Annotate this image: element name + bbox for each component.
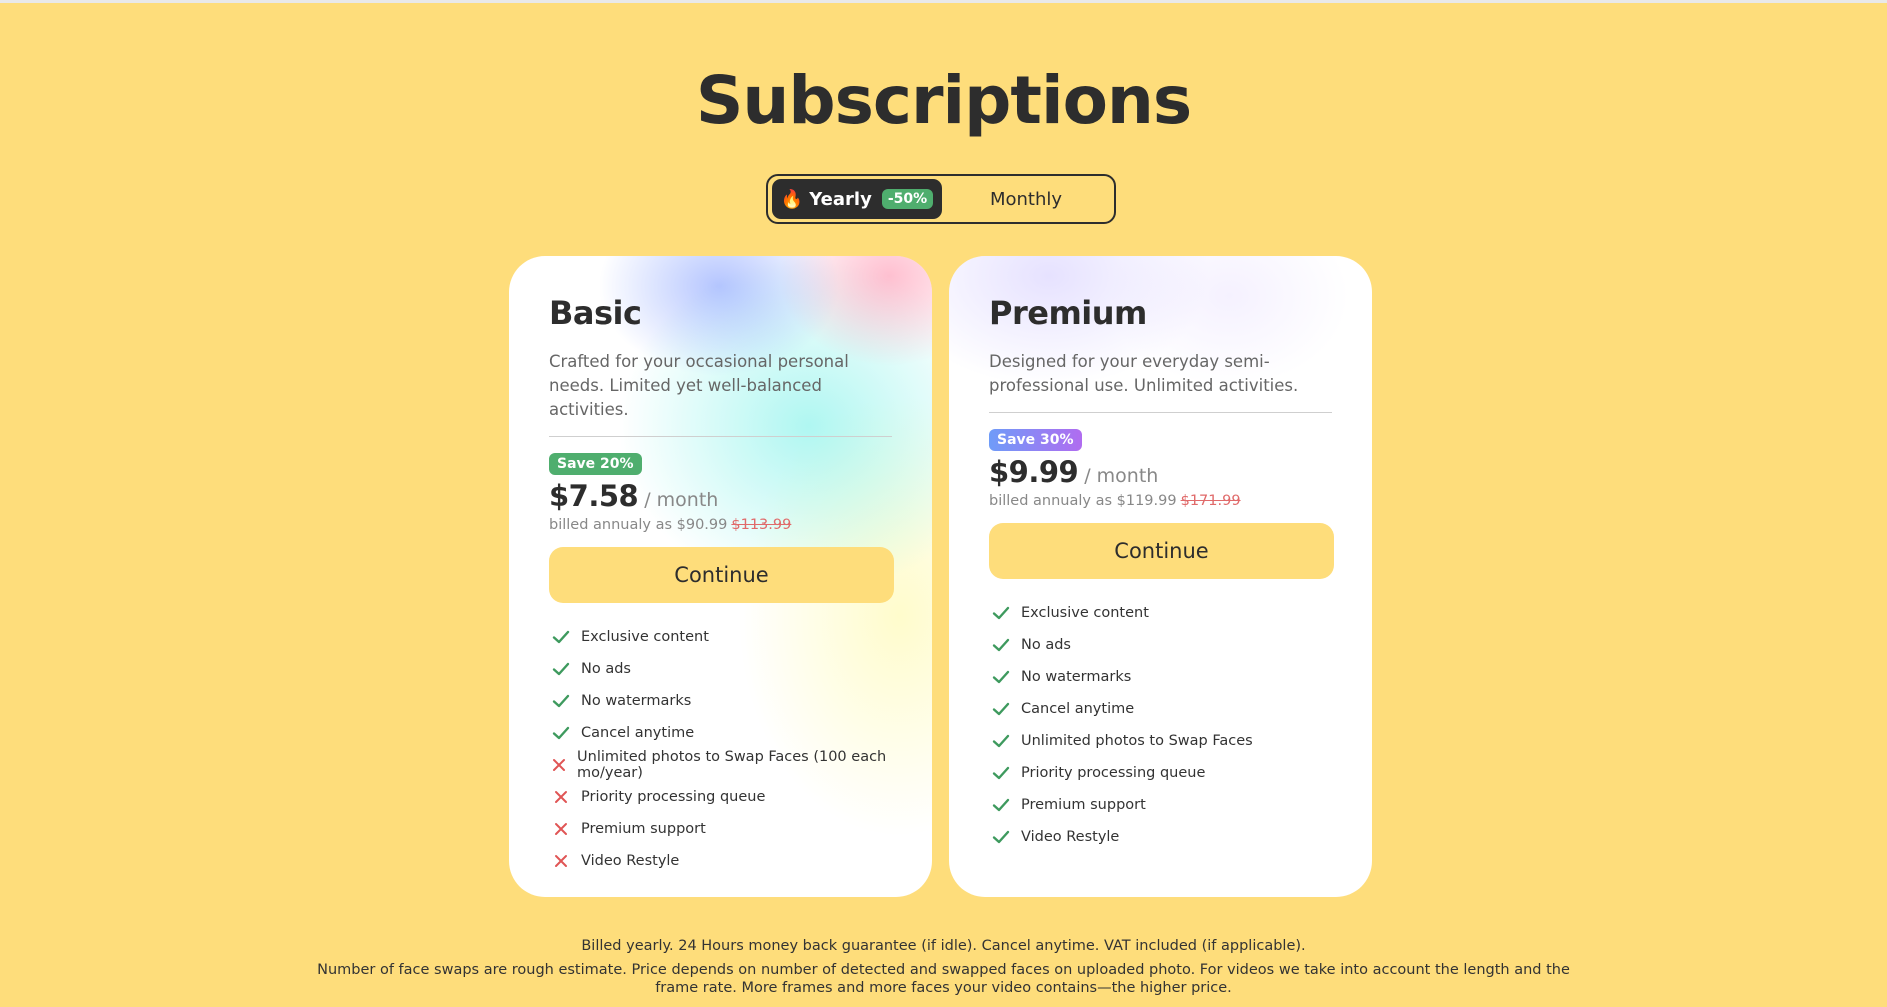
monthly-option[interactable]: Monthly xyxy=(942,179,1110,219)
continue-button-basic[interactable]: Continue xyxy=(549,547,894,603)
divider xyxy=(549,436,892,437)
feature-item: Premium support xyxy=(549,813,894,845)
feature-label: Priority processing queue xyxy=(581,789,766,805)
yearly-label: Yearly xyxy=(809,188,872,210)
feature-item: Priority processing queue xyxy=(549,781,894,813)
plan-price: $9.99 xyxy=(989,455,1079,489)
feature-label: Unlimited photos to Swap Faces (100 each… xyxy=(577,749,887,781)
feature-label: Premium support xyxy=(581,821,706,837)
feature-item: Unlimited photos to Swap Faces xyxy=(989,725,1334,757)
check-icon xyxy=(549,689,573,713)
fire-icon: 🔥 xyxy=(780,188,804,210)
yearly-option[interactable]: 🔥 Yearly -50% xyxy=(772,179,942,219)
plan-card-premium: Premium Designed for your everyday semi-… xyxy=(949,256,1372,897)
feature-list: Exclusive content No ads No watermarks Canc… xyxy=(549,621,894,877)
feature-list: Exclusive content No ads No watermarks Canc… xyxy=(989,597,1334,853)
plan-description: Crafted for your occasional personal nee… xyxy=(549,352,849,419)
feature-label: No ads xyxy=(581,661,631,677)
feature-label: Premium support xyxy=(1021,797,1146,813)
footer-billing-note: Billed yearly. 24 Hours money back guara… xyxy=(581,938,1306,954)
plan-name: Premium xyxy=(989,294,1147,332)
check-icon xyxy=(549,657,573,681)
divider xyxy=(989,412,1332,413)
feature-label: Exclusive content xyxy=(581,629,709,645)
top-border xyxy=(0,0,1887,3)
feature-label: Cancel anytime xyxy=(581,725,695,741)
billed-note: billed annualy as $90.99 $113.99 xyxy=(549,517,894,533)
feature-label: No watermarks xyxy=(1021,669,1132,685)
billing-period-toggle: 🔥 Yearly -50% Monthly xyxy=(766,174,1116,224)
feature-label: Unlimited photos to Swap Faces xyxy=(1021,733,1253,749)
check-icon xyxy=(989,601,1013,625)
price-period: / month xyxy=(1084,465,1159,487)
check-icon xyxy=(989,665,1013,689)
feature-item: Video Restyle xyxy=(989,821,1334,853)
continue-button-premium[interactable]: Continue xyxy=(989,523,1334,579)
yearly-discount-badge: -50% xyxy=(881,189,934,209)
feature-label: No ads xyxy=(1021,637,1071,653)
check-icon xyxy=(989,793,1013,817)
check-icon xyxy=(989,825,1013,849)
cross-icon xyxy=(549,785,573,809)
plan-description: Designed for your everyday semi-professi… xyxy=(989,352,1299,395)
old-price: $171.99 xyxy=(1180,493,1241,509)
check-icon xyxy=(549,625,573,649)
feature-item: No ads xyxy=(989,629,1334,661)
plan-price: $7.58 xyxy=(549,479,639,513)
price-row: $9.99 / month xyxy=(989,455,1334,489)
check-icon xyxy=(989,697,1013,721)
price-row: $7.58 / month xyxy=(549,479,894,513)
cross-icon xyxy=(549,753,569,777)
plan-name: Basic xyxy=(549,294,642,332)
feature-label: No watermarks xyxy=(581,693,692,709)
feature-label: Priority processing queue xyxy=(1021,765,1206,781)
footer-estimate-note: Number of face swaps are rough estimate.… xyxy=(317,962,1570,996)
feature-item: Exclusive content xyxy=(549,621,894,653)
old-price: $113.99 xyxy=(731,517,792,533)
feature-item: No watermarks xyxy=(549,685,894,717)
check-icon xyxy=(549,721,573,745)
check-icon xyxy=(989,729,1013,753)
feature-item: Cancel anytime xyxy=(549,717,894,749)
plan-card-basic: Basic Crafted for your occasional person… xyxy=(509,256,932,897)
save-badge: Save 30% xyxy=(989,429,1082,451)
price-period: / month xyxy=(644,489,719,511)
check-icon xyxy=(989,633,1013,657)
feature-item: Exclusive content xyxy=(989,597,1334,629)
feature-label: Exclusive content xyxy=(1021,605,1149,621)
feature-item: Cancel anytime xyxy=(989,693,1334,725)
billed-text: billed annualy as $119.99 xyxy=(989,493,1177,509)
billed-note: billed annualy as $119.99 $171.99 xyxy=(989,493,1334,509)
page-title: Subscriptions xyxy=(695,62,1192,139)
feature-label: Video Restyle xyxy=(1021,829,1120,845)
billed-text: billed annualy as $90.99 xyxy=(549,517,728,533)
feature-item: Unlimited photos to Swap Faces (100 each… xyxy=(549,749,894,781)
feature-label: Video Restyle xyxy=(581,853,680,869)
feature-item: Video Restyle xyxy=(549,845,894,877)
cross-icon xyxy=(549,849,573,873)
feature-item: No watermarks xyxy=(989,661,1334,693)
feature-item: Premium support xyxy=(989,789,1334,821)
check-icon xyxy=(989,761,1013,785)
save-badge: Save 20% xyxy=(549,453,642,475)
feature-item: Priority processing queue xyxy=(989,757,1334,789)
feature-item: No ads xyxy=(549,653,894,685)
cross-icon xyxy=(549,817,573,841)
feature-label: Cancel anytime xyxy=(1021,701,1135,717)
